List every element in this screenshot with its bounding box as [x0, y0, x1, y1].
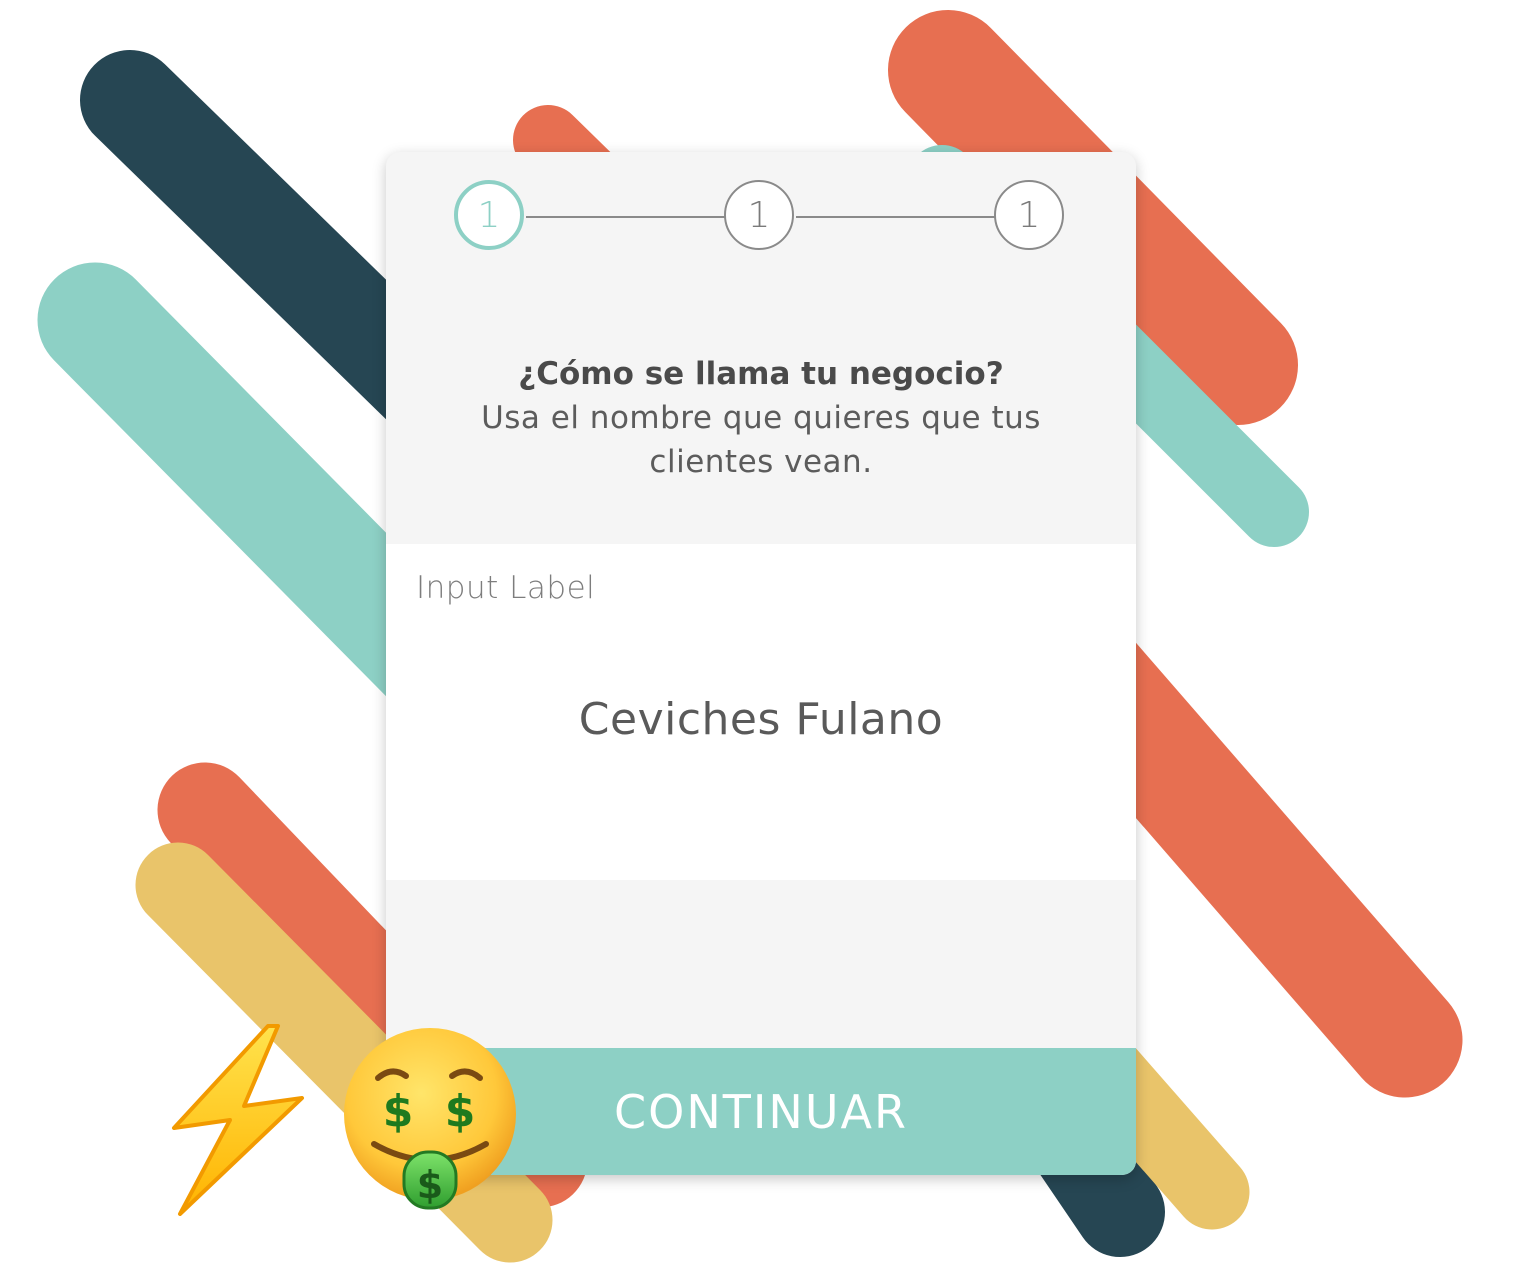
question-hint-line-1: Usa el nombre que quieres que tus [481, 400, 1041, 436]
stepper-connector-2 [796, 216, 996, 218]
step-1-number: 1 [477, 194, 501, 236]
step-2-number: 1 [747, 194, 771, 236]
svg-text:$: $ [445, 1086, 476, 1137]
question-title: ¿Cómo se llama tu negocio? [518, 356, 1004, 392]
screen: 1 1 1 ¿Cómo se llama tu negocio? Usa el … [0, 0, 1516, 1286]
step-3-number: 1 [1017, 194, 1041, 236]
step-2-indicator[interactable]: 1 [724, 180, 794, 250]
input-label: Input Label [416, 570, 596, 606]
stepper-connector-1 [526, 216, 726, 218]
step-3-indicator[interactable]: 1 [994, 180, 1064, 250]
step-1-indicator[interactable]: 1 [454, 180, 524, 250]
svg-text:$: $ [417, 1163, 443, 1207]
onboarding-card: 1 1 1 ¿Cómo se llama tu negocio? Usa el … [386, 152, 1136, 1175]
business-name-input[interactable]: Ceviches Fulano [386, 694, 1136, 745]
lightning-bolt-icon [172, 1024, 304, 1216]
money-mouth-face-icon: $ $ $ [344, 1028, 516, 1210]
question-block: ¿Cómo se llama tu negocio? Usa el nombre… [426, 352, 1096, 484]
progress-stepper: 1 1 1 [386, 152, 1136, 292]
question-hint-line-2: clientes vean. [649, 444, 873, 480]
business-name-field[interactable]: Input Label Ceviches Fulano [386, 544, 1136, 880]
svg-text:$: $ [383, 1086, 414, 1137]
